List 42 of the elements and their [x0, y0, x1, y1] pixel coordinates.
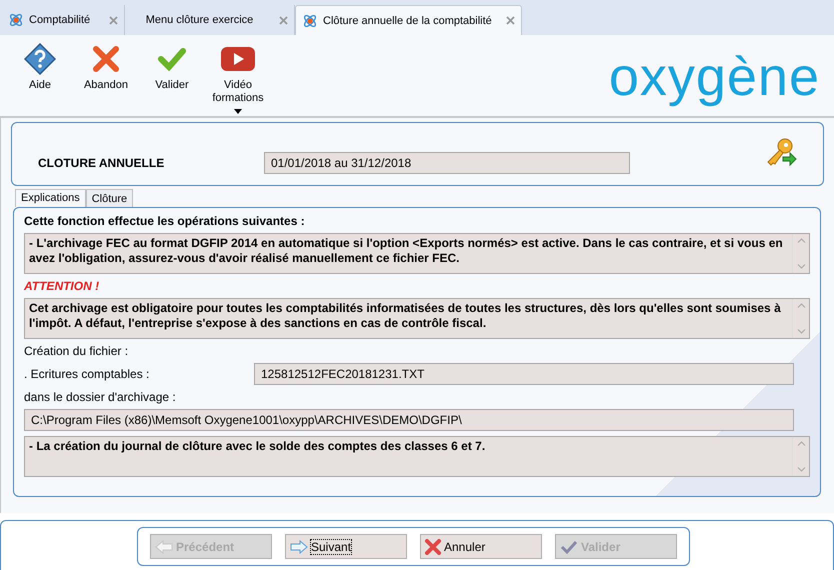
field-label: . Ecritures comptables :	[24, 367, 150, 381]
toolbar-button[interactable]: Aide	[8, 43, 72, 92]
memo-box[interactable]: - La création du journal de clôture avec le solde des comptes des classes 6 et 7.	[24, 436, 810, 477]
period-field[interactable]: 01/01/2018 au 31/12/2018	[264, 152, 630, 174]
memo-box[interactable]: Cet archivage est obligatoire pour toutes les comptabilités informatisées de toutes les structures, dès lors qu'elles sont soumises à l'impôt. A défaut, l'entreprise s'expose à des sanctions en cas de contrôle fiscal.	[24, 298, 810, 339]
close-icon[interactable]	[109, 16, 118, 24]
section-title: CLOTURE ANNUELLE	[38, 156, 166, 170]
warning-text: ATTENTION !	[24, 279, 100, 293]
logo: oxygène	[608, 47, 820, 107]
cross-icon	[425, 538, 441, 554]
scroll-up-icon[interactable]	[796, 441, 806, 446]
toolbar-button[interactable]: Vidéo formations	[206, 43, 270, 114]
scroll-down-icon[interactable]	[796, 329, 806, 334]
toolbar-button[interactable]: Valider	[140, 43, 204, 92]
check-icon	[560, 540, 578, 554]
wizard-button[interactable]: Suivant	[285, 534, 407, 559]
check-icon	[158, 47, 186, 71]
help-icon	[24, 43, 56, 75]
file-name-field[interactable]: 125812512FEC20181231.TXT	[254, 363, 794, 385]
tab[interactable]: Clôture	[86, 189, 134, 207]
tab[interactable]: Explications	[15, 189, 86, 207]
atom-icon	[302, 12, 318, 28]
atom-icon	[8, 12, 24, 28]
toolbar-button[interactable]: Abandon	[74, 43, 138, 92]
field-label: dans le dossier d'archivage :	[24, 390, 177, 404]
scroll-up-icon[interactable]	[796, 303, 806, 308]
document-tab[interactable]: Clôture annuelle de la comptabilité	[295, 5, 522, 35]
close-icon[interactable]	[279, 16, 288, 24]
memo-box[interactable]: - L'archivage FEC au format DGFIP 2014 en automatique si l'option <Exports normés> est active. Dans le cas contraire, et si vous en avez l'obligation, assurez-vous d'avoir réalisé manuellement ce fichier FEC.	[24, 233, 810, 274]
close-icon[interactable]	[506, 16, 515, 25]
play-icon	[221, 47, 255, 71]
key-icon[interactable]	[765, 137, 797, 167]
intro-text: Cette fonction effectue les opérations suivantes :	[24, 214, 306, 228]
cross-icon	[93, 46, 119, 72]
folder-path-field[interactable]: C:\Program Files (x86)\Memsoft Oxygene1001\oxypp\ARCHIVES\DEMO\DGFIP\	[24, 409, 794, 431]
scroll-down-icon[interactable]	[796, 264, 806, 269]
scroll-down-icon[interactable]	[796, 467, 806, 472]
wizard-button[interactable]: Annuler	[420, 534, 542, 559]
arrow-right-icon	[290, 540, 308, 554]
field-label: Création du fichier :	[24, 344, 130, 358]
arrow-left-icon	[155, 540, 173, 554]
scroll-up-icon[interactable]	[796, 238, 806, 243]
